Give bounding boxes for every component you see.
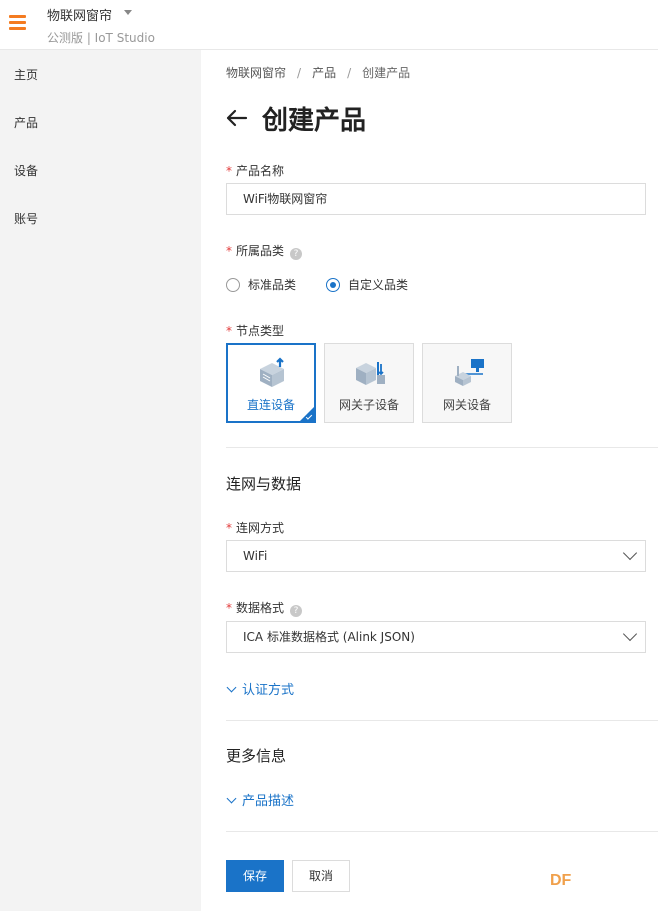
gateway-subdevice-icon	[356, 362, 385, 385]
product-name-label: * 产品名称	[226, 164, 285, 178]
top-header: 物联网窗帘 公测版 | IoT Studio	[0, 0, 658, 50]
sidebar-item-account[interactable]: 账号	[14, 210, 38, 227]
node-type-label: * 节点类型	[226, 324, 285, 338]
data-format-value: ICA 标准数据格式 (Alink JSON)	[243, 630, 415, 644]
network-method-label-text: 连网方式	[236, 521, 285, 535]
category-label-text: 所属品类	[236, 244, 285, 258]
breadcrumb: 物联网窗帘 / 产品 / 创建产品	[226, 64, 410, 81]
radio-label: 标准品类	[248, 278, 297, 292]
radio-custom-category[interactable]: 自定义品类	[326, 276, 408, 293]
auth-method-label: 认证方式	[242, 683, 295, 698]
node-gateway-device-card[interactable]: 网关设备	[422, 343, 512, 423]
data-format-label-text: 数据格式	[236, 601, 285, 615]
category-label: * 所属品类?	[226, 242, 303, 260]
more-info-section-title: 更多信息	[226, 747, 287, 765]
breadcrumb-products[interactable]: 产品	[312, 66, 336, 80]
data-format-select[interactable]: ICA 标准数据格式 (Alink JSON)	[226, 621, 646, 653]
product-name-input[interactable]: WiFi物联网窗帘	[226, 183, 646, 215]
chevron-down-icon	[226, 793, 237, 804]
main-content: 物联网窗帘 / 产品 / 创建产品 创建产品 * 产品名称 WiFi物联网窗帘 * 所属品类…	[201, 50, 658, 911]
page-title: 创建产品	[262, 106, 367, 136]
network-method-select[interactable]: WiFi	[226, 540, 646, 572]
node-gateway-subdevice-card[interactable]: 网关子设备	[324, 343, 414, 423]
section-divider	[226, 831, 658, 832]
sidebar-item-products[interactable]: 产品	[14, 114, 38, 131]
chevron-down-icon	[622, 626, 638, 642]
app-name[interactable]: 物联网窗帘	[47, 5, 112, 24]
section-divider	[226, 447, 658, 448]
network-method-value: WiFi	[243, 549, 268, 563]
help-icon[interactable]: ?	[290, 248, 303, 260]
radio-standard-category[interactable]: 标准品类	[226, 276, 296, 293]
watermark-logo: DF	[550, 872, 572, 889]
sidebar-item-home[interactable]: 主页	[14, 66, 38, 83]
product-desc-label: 产品描述	[242, 794, 295, 809]
radio-label: 自定义品类	[348, 278, 409, 292]
network-method-label: * 连网方式	[226, 521, 285, 535]
help-icon[interactable]: ?	[290, 605, 303, 617]
radio-circle-checked[interactable]	[326, 278, 340, 292]
auth-method-expand-link[interactable]: 认证方式	[226, 679, 294, 698]
data-format-label: * 数据格式?	[226, 599, 303, 617]
node-direct-device-card[interactable]: 直连设备	[226, 343, 316, 423]
direct-device-icon	[260, 357, 284, 387]
sidebar-item-devices[interactable]: 设备	[14, 162, 38, 179]
chevron-down-icon	[226, 682, 237, 693]
section-divider	[226, 720, 658, 721]
network-section-title: 连网与数据	[226, 475, 302, 493]
node-card-label: 网关设备	[442, 398, 491, 412]
breadcrumb-project[interactable]: 物联网窗帘	[226, 66, 286, 80]
chevron-down-icon	[622, 545, 638, 561]
save-button[interactable]: 保存	[226, 860, 284, 892]
breadcrumb-separator: /	[297, 66, 302, 80]
menu-icon[interactable]	[9, 15, 26, 31]
caret-down-icon[interactable]	[124, 10, 132, 15]
breadcrumb-separator: /	[347, 66, 352, 80]
product-desc-expand-link[interactable]: 产品描述	[226, 790, 294, 809]
back-arrow-icon[interactable]	[224, 108, 248, 128]
breadcrumb-current: 创建产品	[362, 66, 411, 80]
app-subtitle: 公测版 | IoT Studio	[47, 31, 155, 45]
node-type-label-text: 节点类型	[236, 324, 285, 338]
cancel-button[interactable]: 取消	[292, 860, 350, 892]
node-card-label: 网关子设备	[338, 398, 399, 412]
gateway-device-icon	[455, 359, 484, 386]
radio-circle[interactable]	[226, 278, 240, 292]
product-name-label-text: 产品名称	[236, 164, 285, 178]
sidebar: 主页 产品 设备 账号	[0, 50, 201, 911]
